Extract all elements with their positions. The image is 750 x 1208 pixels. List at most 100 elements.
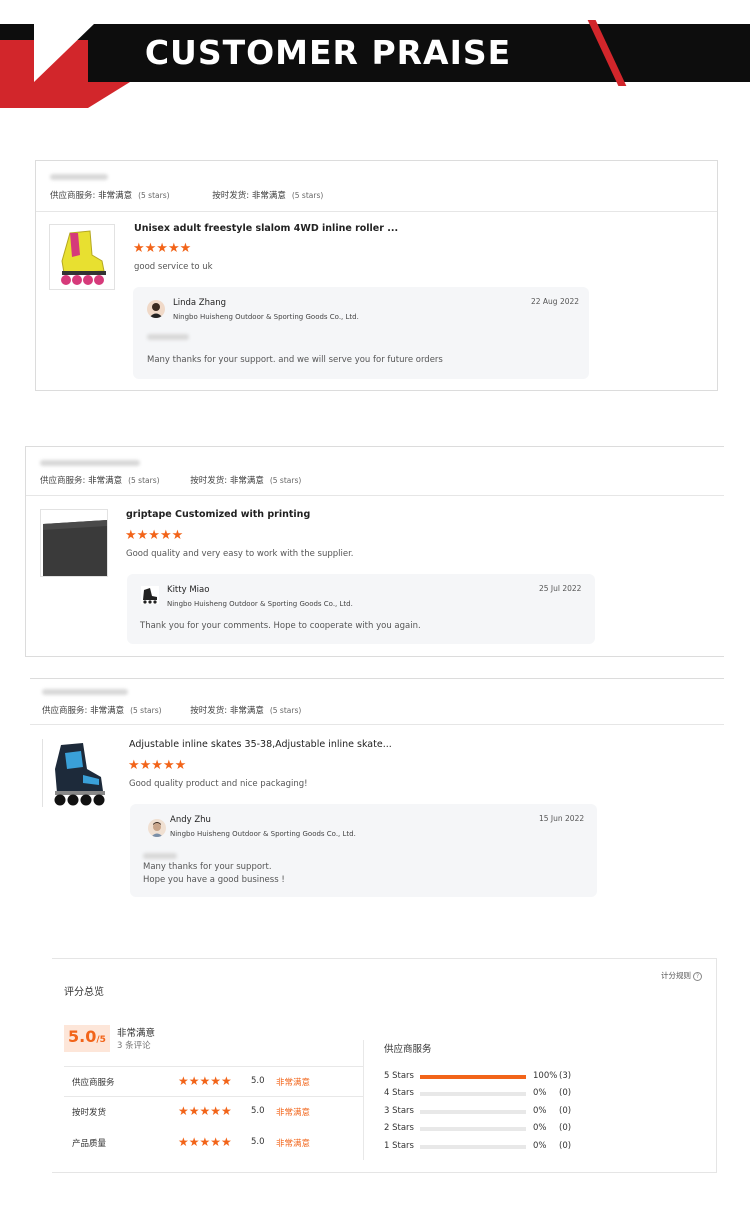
divider [26,495,724,496]
overall-score-denominator: /5 [96,1035,106,1045]
reply-author-name: Linda Zhang [173,298,226,308]
reviewer-name-blurred [40,460,140,466]
avatar [148,819,166,837]
person-avatar-icon [149,303,163,318]
help-icon: ? [693,971,702,981]
score-row-name: 按时发货 [72,1108,107,1118]
review-card: 供应商服务: 非常满意 (5 stars) 按时发货: 非常满意 (5 stars)… [35,160,718,391]
griptape-sheet-icon [43,520,107,576]
divider [30,724,724,725]
summary-divider [363,1040,364,1160]
star-distribution-row: 1 Stars 0% (0) [384,1141,584,1153]
score-row-desc: 非常满意 [276,1108,311,1118]
person-avatar-icon [151,822,163,837]
star-level-percent: 0% [533,1141,547,1151]
supplier-reply: Andy Zhu Ningbo Huisheng Outdoor & Sport… [130,804,597,897]
star-level-count: (0) [559,1141,572,1151]
shipping-value: 非常满意 [229,476,264,486]
review-ratings: 供应商服务: 非常满意 (5 stars) 按时发货: 非常满意 (5 stars) [50,189,323,201]
star-distribution-row: 4 Stars 0% (0) [384,1088,584,1100]
star-level-label: 3 Stars [384,1106,414,1116]
reply-text: Thank you for your comments. Hope to coo… [140,621,421,631]
reviewer-name-blurred [42,689,128,695]
reply-author-name: Kitty Miao [167,585,210,595]
distribution-bar [420,1145,526,1149]
supplier-reply: Kitty Miao Ningbo Huisheng Outdoor & Spo… [127,574,595,644]
supplier-service-label: 供应商服务: [50,191,96,201]
star-level-percent: 0% [533,1123,547,1133]
summary-title: 评分总览 [64,987,104,998]
review-ratings: 供应商服务: 非常满意 (5 stars) 按时发货: 非常满意 (5 stars) [42,704,301,716]
overall-score-value: 5.0 [68,1027,97,1046]
reviewer-name-blurred [50,174,108,180]
product-title[interactable]: Adjustable inline skates 35-38,Adjustabl… [129,739,392,750]
scoring-rules-link[interactable]: 计分规则? [661,970,702,981]
score-row-stars: ★★★★★ [178,1104,232,1118]
reply-text-line: Hope you have a good business ! [143,875,285,885]
rating-stars: ★★★★★ [125,528,184,543]
shipping-label: 按时发货: [212,191,250,201]
score-row: 产品质量 ★★★★★ 5.0 非常满意 [64,1128,364,1159]
review-card: 供应商服务: 非常满意 (5 stars) 按时发货: 非常满意 (5 stars)… [30,678,724,904]
avatar [141,586,159,604]
distribution-bar [420,1075,526,1079]
star-level-label: 5 Stars [384,1071,414,1081]
review-comment: good service to uk [134,262,213,272]
reply-author-name: Andy Zhu [170,815,211,825]
supplier-service-stars: (5 stars) [130,706,162,715]
supplier-service-label: 供应商服务: [40,476,86,486]
product-title[interactable]: Unisex adult freestyle slalom 4WD inline… [134,223,398,234]
score-row-value: 5.0 [251,1076,265,1086]
roller-skate-yellow-icon [61,230,106,285]
banner-red-shape-tip [88,82,130,108]
reply-greeting-blurred [147,334,189,340]
shipping-value: 非常满意 [251,191,286,201]
shipping-value: 非常满意 [229,706,264,716]
inline-skate-blue-icon [54,743,105,806]
supplier-service-value: 非常满意 [88,476,123,486]
shipping-label: 按时发货: [190,706,228,716]
reply-text: Many thanks for your support. and we wil… [147,355,443,365]
supplier-service-label: 供应商服务: [42,706,88,716]
score-row-value: 5.0 [251,1137,265,1147]
rating-stars: ★★★★★ [133,241,192,256]
scoring-rules-label: 计分规则 [661,971,691,980]
product-thumbnail[interactable] [40,509,108,577]
review-card: 供应商服务: 非常满意 (5 stars) 按时发货: 非常满意 (5 stars)… [25,446,724,657]
supplier-service-stars: (5 stars) [128,476,160,485]
skate-avatar-icon [143,588,157,604]
score-row-name: 供应商服务 [72,1078,115,1088]
star-distribution-row: 5 Stars 100% (3) [384,1071,584,1083]
star-level-label: 1 Stars [384,1141,414,1151]
star-level-percent: 0% [533,1088,547,1098]
reply-company: Ningbo Huisheng Outdoor & Sporting Goods… [173,313,359,321]
reply-text-line: Many thanks for your support. [143,862,272,872]
overall-score: 5.0/5 [64,1025,110,1052]
banner-title: CUSTOMER PRAISE [144,33,512,72]
review-comment: Good quality product and nice packaging! [129,779,308,789]
shipping-stars: (5 stars) [269,476,302,485]
distribution-bar-fill [420,1075,526,1079]
supplier-reply: Linda Zhang Ningbo Huisheng Outdoor & Sp… [133,287,589,379]
review-ratings: 供应商服务: 非常满意 (5 stars) 按时发货: 非常满意 (5 stars) [40,474,301,486]
distribution-title: 供应商服务 [384,1044,432,1055]
score-row: 按时发货 ★★★★★ 5.0 非常满意 [64,1097,364,1128]
product-thumbnail[interactable] [42,739,114,807]
score-row-value: 5.0 [251,1106,265,1116]
reply-company: Ningbo Huisheng Outdoor & Sporting Goods… [170,830,356,838]
score-row-desc: 非常满意 [276,1139,311,1149]
divider [36,211,717,212]
star-level-count: (3) [559,1071,572,1081]
star-distribution-row: 3 Stars 0% (0) [384,1106,584,1118]
reply-date: 22 Aug 2022 [531,297,580,306]
product-title[interactable]: griptape Customized with printing [126,509,310,520]
shipping-label: 按时发货: [190,476,228,486]
reply-date: 25 Jul 2022 [539,584,582,593]
shipping-stars: (5 stars) [291,191,324,200]
score-row-stars: ★★★★★ [178,1135,232,1149]
score-row-desc: 非常满意 [276,1078,311,1088]
product-thumbnail[interactable] [49,224,115,290]
star-level-count: (0) [559,1123,572,1133]
distribution-bar [420,1110,526,1114]
star-level-count: (0) [559,1088,572,1098]
